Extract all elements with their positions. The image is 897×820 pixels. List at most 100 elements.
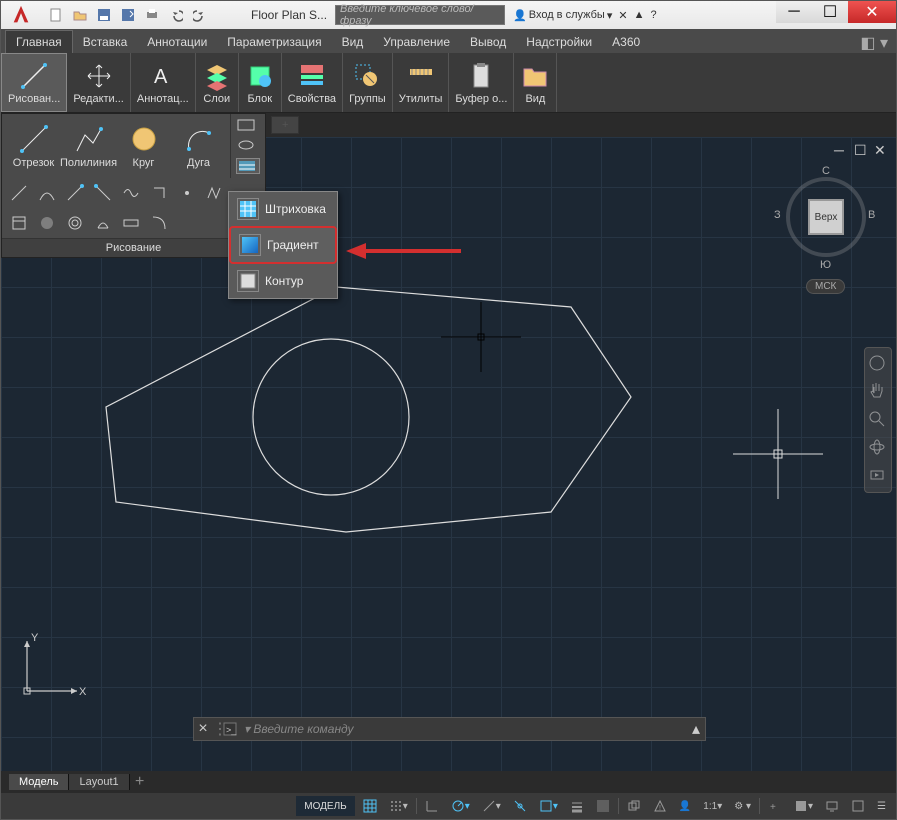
status-scale[interactable]: 1:1 ▾: [699, 796, 726, 816]
ribbon-tab-a360[interactable]: A360: [602, 31, 650, 53]
layout-tab-add[interactable]: +: [130, 773, 150, 791]
status-workspace-icon[interactable]: ▾: [790, 796, 817, 816]
status-selcycle-icon[interactable]: [623, 796, 645, 816]
signin-button[interactable]: 👤 Вход в службы ▾: [513, 9, 612, 22]
ribbon-extra-icon[interactable]: ◧ ▾: [860, 33, 888, 53]
draw-circle-button[interactable]: Круг: [116, 121, 171, 171]
status-customize-icon[interactable]: ☰: [873, 796, 890, 816]
qat-open-icon[interactable]: [69, 4, 91, 26]
cmdline-close-icon[interactable]: ×: [194, 720, 212, 738]
viewcube-north[interactable]: С: [822, 165, 830, 177]
draw-mini-11[interactable]: [64, 212, 86, 234]
nav-orbit-icon[interactable]: [868, 438, 888, 458]
draw-mini-10[interactable]: [36, 212, 58, 234]
draw-mini-7[interactable]: [176, 182, 198, 204]
cmdline-input[interactable]: ▾ Введите команду: [240, 722, 687, 736]
status-polar-icon[interactable]: ▾: [447, 796, 474, 816]
status-grid-icon[interactable]: [359, 796, 381, 816]
ribbon-tab-view[interactable]: Вид: [332, 31, 374, 53]
draw-line-button[interactable]: Отрезок: [6, 121, 61, 171]
maximize-button[interactable]: ☐: [812, 1, 848, 23]
file-tab-add[interactable]: +: [271, 116, 299, 134]
panel-view[interactable]: Вид: [514, 53, 557, 112]
panel-annotation[interactable]: A Аннотац...: [131, 53, 196, 112]
exchange-icon[interactable]: ✕: [618, 9, 627, 22]
layout-tab-layout1[interactable]: Layout1: [69, 774, 129, 790]
draw-mini-14[interactable]: [148, 212, 170, 234]
status-iso-icon[interactable]: ▾: [478, 796, 505, 816]
draw-mini-2[interactable]: [36, 182, 58, 204]
a360-icon[interactable]: ▲: [634, 9, 645, 21]
draw-mini-1[interactable]: [8, 182, 30, 204]
minimize-button[interactable]: ─: [776, 1, 812, 23]
panel-properties[interactable]: Свойства: [282, 53, 343, 112]
qat-undo-icon[interactable]: [165, 4, 187, 26]
viewcube-top-face[interactable]: Верх: [808, 199, 844, 235]
panel-groups[interactable]: Группы: [343, 53, 393, 112]
viewport-maximize-icon[interactable]: ☐: [854, 143, 868, 157]
draw-mini-12[interactable]: [92, 212, 114, 234]
status-model-button[interactable]: МОДЕЛЬ: [296, 796, 354, 816]
panel-clipboard[interactable]: Буфер о...: [449, 53, 514, 112]
status-gear-icon[interactable]: ⚙ ▾: [730, 796, 755, 816]
ribbon-tab-annotate[interactable]: Аннотации: [137, 31, 217, 53]
draw-polyline-button[interactable]: Полилиния: [61, 121, 116, 171]
nav-zoom-icon[interactable]: [868, 410, 888, 430]
draw-mini-13[interactable]: [120, 212, 142, 234]
flyout-hatch[interactable]: Штриховка: [229, 192, 337, 226]
wcs-badge[interactable]: МСК: [806, 279, 845, 294]
draw-arc-button[interactable]: Дуга: [171, 121, 226, 171]
cmdline-grip-icon[interactable]: ⋮: [212, 719, 220, 739]
status-osnap-icon[interactable]: ▾: [535, 796, 562, 816]
flyout-boundary[interactable]: Контур: [229, 264, 337, 298]
draw-mini-6[interactable]: [148, 182, 170, 204]
draw-mini-5[interactable]: [120, 182, 142, 204]
panel-draw[interactable]: Рисован...: [1, 53, 67, 112]
ribbon-tab-insert[interactable]: Вставка: [73, 31, 138, 53]
draw-hatch-button[interactable]: [236, 158, 260, 174]
draw-ellipse-button[interactable]: [236, 138, 260, 154]
qat-save-icon[interactable]: [93, 4, 115, 26]
qat-saveas-icon[interactable]: [117, 4, 139, 26]
viewcube-south[interactable]: Ю: [820, 259, 831, 271]
nav-showmotion-icon[interactable]: [868, 466, 888, 486]
viewcube[interactable]: Верх С Ю З В МСК: [776, 167, 876, 297]
panel-modify[interactable]: Редакти...: [67, 53, 131, 112]
ribbon-tab-home[interactable]: Главная: [5, 30, 73, 53]
layout-tab-model[interactable]: Модель: [9, 774, 69, 790]
status-lineweight-icon[interactable]: [566, 796, 588, 816]
ribbon-tab-output[interactable]: Вывод: [460, 31, 516, 53]
draw-mini-4[interactable]: [92, 182, 114, 204]
draw-rect-button[interactable]: [236, 118, 260, 134]
nav-pan-icon[interactable]: [868, 382, 888, 402]
status-transparency-icon[interactable]: [592, 796, 614, 816]
status-annovis-icon[interactable]: +: [764, 796, 786, 816]
viewport-close-icon[interactable]: ✕: [874, 143, 888, 157]
qat-new-icon[interactable]: [45, 4, 67, 26]
status-cleanscreen-icon[interactable]: [847, 796, 869, 816]
ribbon-tab-addins[interactable]: Надстройки: [516, 31, 602, 53]
cmdline-history-icon[interactable]: ▴: [687, 719, 705, 739]
panel-layers[interactable]: Слои: [196, 53, 239, 112]
status-monitor-icon[interactable]: [821, 796, 843, 816]
close-button[interactable]: ✕: [848, 1, 896, 23]
viewcube-east[interactable]: В: [868, 209, 875, 221]
draw-mini-9[interactable]: [8, 212, 30, 234]
panel-block[interactable]: Блок: [239, 53, 282, 112]
qat-print-icon[interactable]: [141, 4, 163, 26]
status-annoscale-icon[interactable]: 👤: [675, 796, 695, 816]
search-input[interactable]: Введите ключевое слово/фразу: [335, 5, 505, 25]
draw-mini-3[interactable]: [64, 182, 86, 204]
flyout-gradient[interactable]: Градиент: [229, 226, 337, 264]
nav-steering-icon[interactable]: [868, 354, 888, 374]
ribbon-tab-parametric[interactable]: Параметризация: [217, 31, 331, 53]
command-line[interactable]: × ⋮ >_ ▾ Введите команду ▴: [193, 717, 706, 741]
qat-redo-icon[interactable]: [189, 4, 211, 26]
status-snap-icon[interactable]: ▾: [385, 796, 412, 816]
viewport-minimize-icon[interactable]: ─: [834, 143, 848, 157]
panel-utilities[interactable]: Утилиты: [393, 53, 450, 112]
app-logo[interactable]: [1, 1, 41, 29]
status-otrack-icon[interactable]: [509, 796, 531, 816]
status-ortho-icon[interactable]: [421, 796, 443, 816]
help-icon[interactable]: ?: [650, 9, 656, 21]
